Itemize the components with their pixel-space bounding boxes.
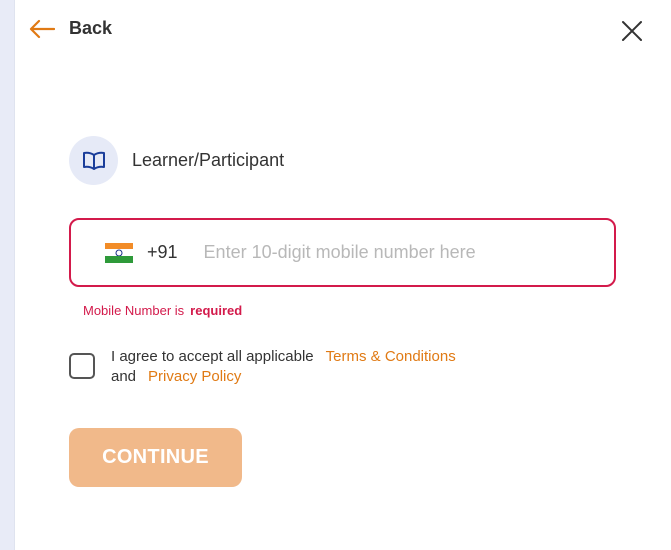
error-text: Mobile Number is [83, 303, 185, 318]
error-required: required [190, 303, 243, 318]
mobile-number-input[interactable] [203, 242, 564, 263]
back-button[interactable]: Back [29, 18, 112, 39]
role-label: Learner/Participant [132, 150, 285, 170]
india-flag-icon[interactable] [105, 242, 133, 263]
book-open-icon [69, 136, 118, 185]
agree-checkbox[interactable] [69, 353, 95, 379]
country-code[interactable]: +91 [147, 242, 178, 263]
agreement-connector: and [111, 368, 137, 385]
signup-panel: Back Learner/Participant +91 Mobile Numb… [14, 0, 671, 550]
terms-link[interactable]: Terms & Conditions [326, 348, 456, 365]
mobile-number-error: Mobile Number is required [83, 303, 242, 318]
close-icon [620, 21, 644, 47]
privacy-policy-link[interactable]: Privacy Policy [148, 368, 241, 385]
continue-button[interactable]: CONTINUE [69, 428, 242, 487]
role-selection: Learner/Participant [69, 136, 284, 185]
arrow-left-icon [29, 19, 55, 39]
close-button[interactable] [620, 19, 644, 43]
phone-input-group: +91 [69, 218, 616, 287]
agreement-text: I agree to accept all applicable Terms & … [111, 347, 531, 387]
agreement-lead: I agree to accept all applicable [111, 348, 314, 365]
back-label: Back [69, 18, 113, 38]
